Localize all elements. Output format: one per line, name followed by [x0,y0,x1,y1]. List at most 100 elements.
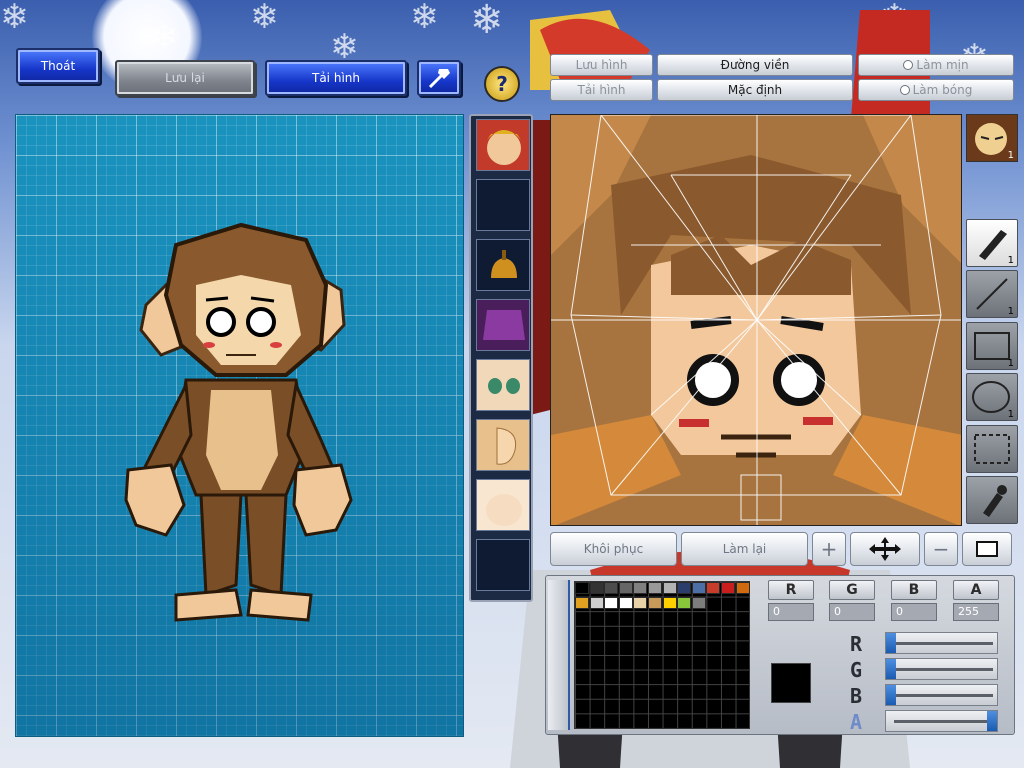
palette-grid[interactable] [574,581,750,729]
slider-handle[interactable] [886,633,896,653]
gloss-option[interactable]: Làm bóng [858,79,1014,101]
outline-label: Đường viền [720,58,790,72]
b-slider[interactable] [885,684,998,706]
ellipse-tool[interactable]: 1 [966,373,1018,421]
smooth-option[interactable]: Làm mịn [858,54,1014,76]
rectangle-tool[interactable]: 1 [966,322,1018,370]
palette-swatch[interactable] [691,582,706,594]
part-slot-hat[interactable] [476,239,530,291]
palette-swatch[interactable] [648,582,662,594]
g-value: 0 [834,605,841,618]
slider-handle[interactable] [886,685,896,705]
r-label: R [785,582,797,598]
help-icon: ? [496,72,508,96]
select-tool[interactable] [966,425,1018,473]
eyedropper-tool[interactable] [966,476,1018,524]
palette-swatch[interactable] [618,582,633,594]
palette-swatch[interactable] [575,582,589,594]
b-slider-label: B [849,684,863,708]
r-value-field[interactable]: 0 [768,603,814,621]
texture-editor[interactable] [550,114,962,526]
g-slider-label: G [849,658,863,682]
part-slot-ear[interactable] [476,419,530,471]
palette-swatch[interactable] [662,596,677,609]
smooth-label: Làm mịn [916,58,969,72]
hammer-icon [428,69,450,89]
slider-handle[interactable] [886,659,896,679]
part-slot-empty[interactable] [476,179,530,231]
b-value-field[interactable]: 0 [891,603,937,621]
restore-button[interactable]: Khôi phục [550,532,677,566]
part-slot-eyes[interactable] [476,359,530,411]
outline-button[interactable]: Đường viền [657,54,853,76]
palette-swatch[interactable] [721,582,735,594]
plus-icon: + [820,537,838,561]
exit-button-label: Thoát [40,59,76,73]
layer-button[interactable] [962,532,1012,566]
redo-button[interactable]: Làm lại [681,532,808,566]
current-color-swatch [771,663,811,703]
help-button[interactable]: ? [484,66,520,102]
move-button[interactable] [850,532,920,566]
palette-swatch[interactable] [633,582,648,594]
a-slider[interactable] [885,710,998,732]
gloss-radio[interactable] [899,85,910,95]
r-value: 0 [773,605,780,618]
bell-icon [491,250,517,278]
palette-swatch[interactable] [677,582,692,594]
default-button[interactable]: Mặc định [657,79,853,101]
line-tool[interactable]: 1 [966,270,1018,318]
model-preview[interactable] [15,114,464,737]
ear-icon [477,420,529,470]
snowflake-icon: ❄ [250,0,279,37]
a-value: 255 [958,605,979,618]
palette-swatch[interactable] [589,582,604,594]
a-channel-header[interactable]: A [953,580,999,600]
palette-swatch[interactable] [633,596,648,609]
palette-swatch[interactable] [618,596,633,609]
slider-handle[interactable] [987,711,997,731]
palette-swatch[interactable] [604,596,619,609]
palette-swatch[interactable] [648,596,662,609]
eyedropper-icon [983,485,1007,517]
r-slider[interactable] [885,632,998,654]
palette-swatch[interactable] [575,596,589,609]
load-image-button[interactable]: Tải hình [550,79,653,101]
smooth-radio[interactable] [903,60,914,70]
palette-swatch[interactable] [691,596,706,609]
part-selector [469,114,533,602]
g-slider[interactable] [885,658,998,680]
face-shape-icon [477,480,529,530]
exit-button[interactable]: Thoát [16,48,100,84]
minus-icon: − [932,537,950,561]
gloss-label: Làm bóng [912,83,973,97]
palette-swatch[interactable] [604,582,619,594]
palette-swatch[interactable] [735,582,750,594]
reload-button[interactable]: Tải hình [265,60,407,96]
a-value-field[interactable]: 255 [953,603,999,621]
r-channel-header[interactable]: R [768,580,814,600]
hammer-button[interactable] [417,60,461,96]
part-slot-empty[interactable] [476,539,530,591]
part-slot-face[interactable] [476,479,530,531]
save-button[interactable]: Lưu lại [115,60,255,96]
save-image-button[interactable]: Lưu hình [550,54,653,76]
default-label: Mặc định [727,83,783,97]
g-value-field[interactable]: 0 [829,603,875,621]
zoom-in-button[interactable]: + [812,532,846,566]
palette-swatch[interactable] [706,582,721,594]
palette-swatch[interactable] [662,582,677,594]
face-badge-count: 1 [1007,150,1014,161]
face-badge[interactable]: 1 [966,114,1018,162]
g-channel-header[interactable]: G [829,580,875,600]
snowflake-icon: ❄ [0,0,29,37]
zoom-out-button[interactable]: − [924,532,958,566]
palette-swatch[interactable] [677,596,692,609]
b-channel-header[interactable]: B [891,580,937,600]
part-slot-head[interactable] [476,119,530,171]
brush-tool[interactable]: 1 [966,219,1018,267]
palette-tabs[interactable] [548,580,570,730]
armor-icon [477,300,529,350]
part-slot-clothes[interactable] [476,299,530,351]
palette-swatch[interactable] [589,596,604,609]
